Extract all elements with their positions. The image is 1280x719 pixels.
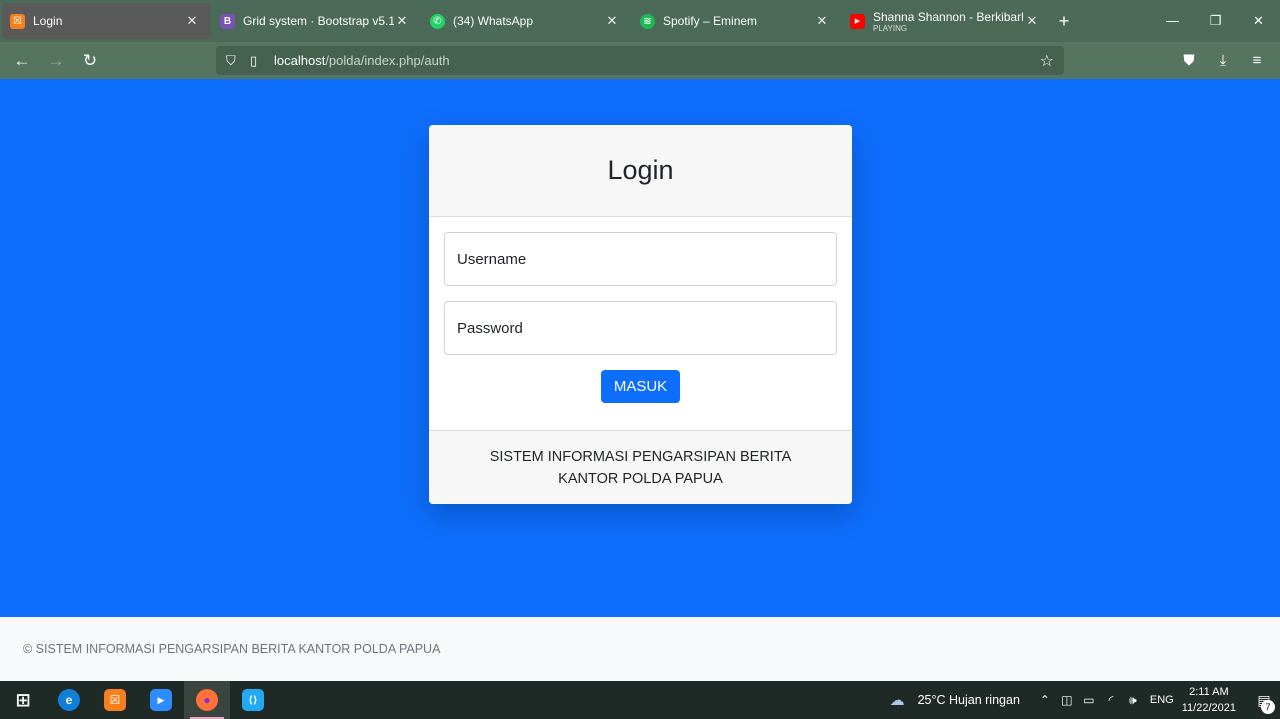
tab-youtube[interactable]: ▶ Shanna Shannon - Berkibarlah B PLAYING… xyxy=(842,3,1050,39)
meet-now-icon[interactable]: ◫ xyxy=(1056,693,1078,707)
spotify-favicon-icon: ≋ xyxy=(640,13,655,29)
browser-tab-strip: ☒ Login ✕ B Grid system · Bootstrap v5.1… xyxy=(0,0,1280,42)
menu-hamburger-icon[interactable]: ≡ xyxy=(1240,52,1274,69)
bootstrap-favicon-icon: B xyxy=(220,13,235,29)
volume-icon[interactable]: 🕪 xyxy=(1122,693,1144,708)
new-tab-plus-icon[interactable]: + xyxy=(1050,11,1078,32)
taskbar-edge[interactable]: e xyxy=(46,681,92,719)
taskbar-firefox[interactable]: ● xyxy=(184,681,230,719)
pocket-icon[interactable]: ⛊ xyxy=(1172,52,1206,69)
close-tab-icon[interactable]: ✕ xyxy=(1024,13,1040,29)
close-tab-icon[interactable]: ✕ xyxy=(604,13,620,29)
tab-bootstrap[interactable]: B Grid system · Bootstrap v5.1 ✕ xyxy=(212,3,420,39)
taskbar-xampp[interactable]: ☒ xyxy=(92,681,138,719)
tab-title: Login xyxy=(33,14,63,28)
login-card-header: Login xyxy=(429,125,852,217)
taskbar-zoom[interactable]: ▶ xyxy=(138,681,184,719)
tab-spotify[interactable]: ≋ Spotify – Eminem ✕ xyxy=(632,3,840,39)
url-path: /polda/index.php/auth xyxy=(325,53,450,68)
bookmark-star-icon[interactable]: ☆ xyxy=(1040,51,1054,71)
login-form: Username Password MASUK xyxy=(429,217,852,430)
forward-arrow-icon[interactable]: → xyxy=(39,51,73,71)
windows-taskbar: ⊞ e ☒ ▶ ● ⟨⟩ ☁ 25°C Hujan ringan ⌃ ◫ ▭ ◜… xyxy=(0,681,1280,719)
windows-start-button[interactable]: ⊞ xyxy=(0,681,46,719)
xampp-icon: ☒ xyxy=(104,689,126,711)
tab-title: Shanna Shannon - Berkibarlah B PLAYING xyxy=(873,10,1024,33)
clock-time: 2:11 AM xyxy=(1189,686,1229,698)
url-host: localhost xyxy=(274,53,326,68)
shield-icon[interactable]: ⛉ xyxy=(226,53,246,69)
password-field[interactable]: Password xyxy=(444,301,837,355)
whatsapp-favicon-icon: ✆ xyxy=(430,13,445,29)
tab-title-text: Shanna Shannon - Berkibarlah B xyxy=(873,9,1024,24)
tab-whatsapp[interactable]: ✆ (34) WhatsApp ✕ xyxy=(422,3,630,39)
firefox-icon: ● xyxy=(196,689,218,711)
zoom-icon: ▶ xyxy=(150,689,172,711)
tab-playing-label: PLAYING xyxy=(873,23,908,33)
back-arrow-icon[interactable]: ← xyxy=(5,51,39,71)
taskbar-vscode[interactable]: ⟨⟩ xyxy=(230,681,276,719)
restore-icon[interactable]: ❐ xyxy=(1194,13,1237,29)
tab-title: Grid system · Bootstrap v5.1 xyxy=(243,14,394,28)
download-icon[interactable]: ⤓ xyxy=(1206,52,1240,69)
submit-wrapper: MASUK xyxy=(444,370,837,403)
reload-icon[interactable]: ↻ xyxy=(73,51,107,71)
site-footer: © SISTEM INFORMASI PENGARSIPAN BERITA KA… xyxy=(0,617,1280,681)
tab-login[interactable]: ☒ Login ✕ xyxy=(2,3,210,39)
notification-center-icon[interactable]: ▤ 7 xyxy=(1248,692,1280,714)
windows-logo-icon: ⊞ xyxy=(15,689,31,710)
system-tray: ☁ 25°C Hujan ringan ⌃ ◫ ▭ ◜ 🕪 ENG 2:11 A… xyxy=(890,681,1280,719)
close-window-icon[interactable]: ✕ xyxy=(1237,13,1280,29)
battery-icon[interactable]: ▭ xyxy=(1078,693,1100,707)
page-content: Login Username Password MASUK SISTEM INF… xyxy=(0,79,1280,617)
close-tab-icon[interactable]: ✕ xyxy=(394,13,410,29)
page-info-icon[interactable]: ▯ xyxy=(250,53,270,69)
chevron-up-icon[interactable]: ⌃ xyxy=(1034,693,1056,707)
tab-title: (34) WhatsApp xyxy=(453,14,534,28)
tab-title: Spotify – Eminem xyxy=(663,14,758,28)
clock[interactable]: 2:11 AM 11/22/2021 xyxy=(1182,684,1236,716)
login-title: Login xyxy=(607,155,674,185)
close-tab-icon[interactable]: ✕ xyxy=(814,13,830,29)
wifi-icon[interactable]: ◜ xyxy=(1100,693,1122,707)
minimize-icon[interactable]: — xyxy=(1151,13,1194,29)
cloud-rain-icon[interactable]: ☁ xyxy=(890,691,912,709)
edge-icon: e xyxy=(58,689,80,711)
login-card-footer: SISTEM INFORMASI PENGARSIPAN BERITA KANT… xyxy=(429,430,852,504)
youtube-favicon-icon: ▶ xyxy=(850,13,865,29)
xampp-favicon-icon: ☒ xyxy=(10,13,25,29)
username-field[interactable]: Username xyxy=(444,232,837,286)
window-controls: — ❐ ✕ xyxy=(1151,13,1280,29)
close-tab-icon[interactable]: ✕ xyxy=(184,13,200,29)
clock-date: 11/22/2021 xyxy=(1181,702,1236,714)
notification-count-badge: 7 xyxy=(1261,699,1275,714)
login-card: Login Username Password MASUK SISTEM INF… xyxy=(429,125,852,504)
weather-text[interactable]: 25°C Hujan ringan xyxy=(918,693,1020,707)
browser-navigation-bar: ← → ↻ ⛉ ▯ localhost/polda/index.php/auth… xyxy=(0,42,1280,79)
masuk-button[interactable]: MASUK xyxy=(600,370,681,403)
vscode-icon: ⟨⟩ xyxy=(242,689,264,711)
toolbar-right: ⛊ ⤓ ≡ xyxy=(1172,42,1274,79)
address-bar[interactable]: ⛉ ▯ localhost/polda/index.php/auth ☆ xyxy=(216,46,1064,75)
language-indicator[interactable]: ENG xyxy=(1150,694,1174,706)
